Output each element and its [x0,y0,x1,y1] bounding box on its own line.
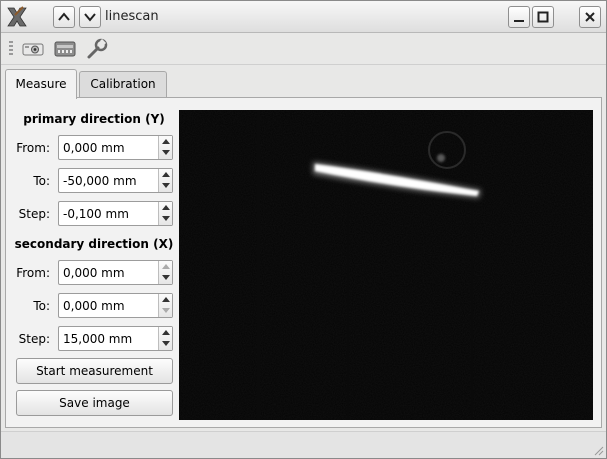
measure-panel: primary direction (Y) From: 0,000 mm To:… [5,97,602,428]
secondary-step-stepper[interactable] [158,327,172,350]
start-measurement-button[interactable]: Start measurement [16,358,173,384]
primary-to-value: -50,000 mm [63,174,137,188]
secondary-from-spinbox[interactable]: 0,000 mm [58,260,173,285]
main-window: linescan Measure Calibration primary dir… [0,0,607,459]
spin-up-icon[interactable] [162,264,170,269]
spin-down-icon[interactable] [162,308,170,313]
arrow-down-icon [84,13,96,22]
save-image-button[interactable]: Save image [16,390,173,416]
camera-image-view[interactable] [179,110,593,420]
spin-up-icon[interactable] [162,139,170,144]
spin-up-icon[interactable] [162,172,170,177]
camera-image [179,110,593,420]
tab-measure[interactable]: Measure [5,69,77,99]
spin-up-icon[interactable] [162,330,170,335]
secondary-step-value: 15,000 mm [63,332,133,346]
primary-direction-heading: primary direction (Y) [23,112,165,126]
move-up-button[interactable] [53,6,75,28]
spin-up-icon[interactable] [162,297,170,302]
primary-step-label: Step: [18,207,50,221]
spin-down-icon[interactable] [162,275,170,280]
app-icon[interactable] [5,5,29,29]
secondary-to-label: To: [33,299,50,313]
spin-down-icon[interactable] [162,150,170,155]
device-icon [54,41,76,57]
secondary-step-label: Step: [18,332,50,346]
secondary-from-label: From: [16,266,50,280]
spin-up-icon[interactable] [162,205,170,210]
secondary-to-value: 0,000 mm [63,299,125,313]
secondary-direction-heading: secondary direction (X) [14,237,174,251]
secondary-step-spinbox[interactable]: 15,000 mm [58,326,173,351]
spin-down-icon[interactable] [162,216,170,221]
primary-step-stepper[interactable] [158,202,172,225]
status-bar [1,431,606,458]
maximize-icon [537,11,549,23]
secondary-from-value: 0,000 mm [63,266,125,280]
close-icon [585,12,595,22]
spin-down-icon[interactable] [162,183,170,188]
primary-step-spinbox[interactable]: -0,100 mm [58,201,173,226]
maximize-button[interactable] [532,6,554,28]
minimize-icon [514,20,524,22]
tab-calibration[interactable]: Calibration [79,71,167,97]
move-down-button[interactable] [79,6,101,28]
arrow-up-icon [58,12,70,21]
primary-from-value: 0,000 mm [63,141,125,155]
minimize-button[interactable] [508,6,530,28]
primary-from-stepper[interactable] [158,136,172,159]
primary-to-label: To: [33,174,50,188]
window-title: linescan [105,9,159,24]
device-button[interactable] [53,37,77,61]
settings-button[interactable] [85,37,109,61]
spin-down-icon[interactable] [162,341,170,346]
title-bar[interactable]: linescan [1,1,606,33]
primary-from-label: From: [16,141,50,155]
close-button[interactable] [579,6,601,28]
toolbar [1,33,606,65]
secondary-to-stepper[interactable] [158,294,172,317]
camera-button[interactable] [21,37,45,61]
primary-to-stepper[interactable] [158,169,172,192]
toolbar-grip[interactable] [9,41,13,57]
primary-to-spinbox[interactable]: -50,000 mm [58,168,173,193]
wrench-icon [87,38,108,59]
primary-from-spinbox[interactable]: 0,000 mm [58,135,173,160]
primary-step-value: -0,100 mm [63,207,129,221]
resize-grip-icon[interactable] [592,444,604,456]
camera-icon [22,43,44,56]
secondary-to-spinbox[interactable]: 0,000 mm [58,293,173,318]
secondary-from-stepper[interactable] [158,261,172,284]
